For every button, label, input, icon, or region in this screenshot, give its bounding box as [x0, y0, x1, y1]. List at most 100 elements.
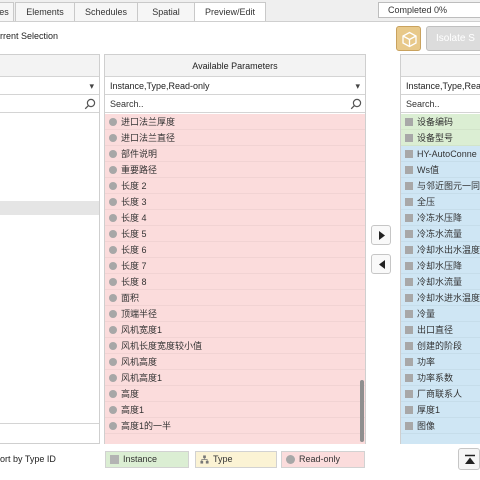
- selected-parameter-item[interactable]: 冷冻水流量: [401, 226, 480, 242]
- tab-preview-edit[interactable]: Preview/Edit: [194, 2, 266, 21]
- selected-parameter-item[interactable]: 图像: [401, 418, 480, 434]
- arrow-left-icon: [379, 260, 385, 269]
- search-icon[interactable]: [350, 98, 362, 110]
- available-parameter-item[interactable]: 高度: [105, 386, 365, 402]
- instance-square-icon: [405, 358, 413, 366]
- available-parameter-label: 长度 3: [121, 197, 147, 207]
- available-parameter-item[interactable]: 长度 2: [105, 178, 365, 194]
- available-parameter-label: 长度 6: [121, 245, 147, 255]
- available-parameter-item[interactable]: 长度 7: [105, 258, 365, 274]
- selected-parameter-item[interactable]: 冷却水压降: [401, 258, 480, 274]
- available-parameter-item[interactable]: 高度1的一半: [105, 418, 365, 434]
- selected-parameter-item[interactable]: 出口直径: [401, 322, 480, 338]
- selected-parameter-item[interactable]: 厚度1: [401, 402, 480, 418]
- selected-parameter-item[interactable]: HY-AutoConne: [401, 146, 480, 162]
- selected-parameter-label: HY-AutoConne: [417, 149, 477, 159]
- tab-schedules[interactable]: Schedules: [74, 2, 138, 21]
- instance-square-icon: [405, 230, 413, 238]
- tab-partial[interactable]: es: [0, 2, 14, 21]
- available-parameter-item[interactable]: 长度 6: [105, 242, 365, 258]
- sort-by-type-id-label[interactable]: ort by Type ID: [0, 454, 56, 464]
- search-icon[interactable]: [84, 98, 96, 110]
- selected-parameter-item[interactable]: 创建的阶段: [401, 338, 480, 354]
- tab-spatial[interactable]: Spatial: [137, 2, 195, 21]
- add-parameter-button[interactable]: [371, 225, 391, 245]
- selected-parameter-item[interactable]: Ws值: [401, 162, 480, 178]
- hierarchy-icon: [200, 455, 209, 464]
- selected-parameter-item[interactable]: 功率系数: [401, 370, 480, 386]
- left-search-placeholder: earch...: [4, 99, 35, 109]
- readonly-circle-icon: [109, 118, 117, 126]
- available-parameter-item[interactable]: 风机长度宽度较小值: [105, 338, 365, 354]
- readonly-circle-icon: [109, 294, 117, 302]
- available-parameter-item[interactable]: 进口法兰厚度: [105, 114, 365, 130]
- readonly-circle-icon: [109, 326, 117, 334]
- left-filter-dropdown[interactable]: ▾: [0, 78, 99, 95]
- instance-square-icon: [405, 326, 413, 334]
- cube-icon: [402, 31, 417, 48]
- available-filter-dropdown[interactable]: Instance,Type,Read-only ▾: [105, 78, 365, 95]
- available-search-input[interactable]: Search..: [105, 96, 365, 113]
- available-parameter-item[interactable]: 面积: [105, 290, 365, 306]
- readonly-circle-icon: [109, 422, 117, 430]
- selected-parameter-label: 出口直径: [417, 325, 454, 335]
- instance-square-icon: [405, 278, 413, 286]
- available-parameter-item[interactable]: 长度 3: [105, 194, 365, 210]
- selected-filter-dropdown[interactable]: Instance,Type,Read-only: [401, 78, 480, 108]
- readonly-circle-icon: [109, 230, 117, 238]
- readonly-circle-icon: [109, 406, 117, 414]
- available-parameter-label: 进口法兰厚度: [121, 117, 176, 127]
- selected-parameter-item[interactable]: 冷冻水压降: [401, 210, 480, 226]
- left-panel-footer-input[interactable]: [0, 423, 99, 443]
- chevron-down-icon: ▾: [355, 81, 360, 91]
- selected-parameter-label: 设备型号: [417, 133, 454, 143]
- move-to-top-button[interactable]: [458, 448, 480, 470]
- selected-parameter-item[interactable]: 冷却水流量: [401, 274, 480, 290]
- progress-indicator: Completed 0%: [378, 2, 480, 18]
- selected-parameter-item[interactable]: 全压: [401, 194, 480, 210]
- parameter-manager-window: es Elements Schedules Spatial Preview/Ed…: [0, 0, 480, 480]
- available-filter-value: Instance,Type,Read-only: [110, 81, 210, 91]
- selected-parameter-item[interactable]: 冷量: [401, 306, 480, 322]
- tab-elements[interactable]: Elements: [15, 2, 75, 21]
- available-parameter-item[interactable]: 风机高度: [105, 354, 365, 370]
- available-parameter-label: 高度: [121, 389, 140, 399]
- selected-parameter-item[interactable]: 与邻近图元一同: [401, 178, 480, 194]
- available-parameter-item[interactable]: 进口法兰直径: [105, 130, 365, 146]
- selected-parameters-list: 设备编码设备型号 HY-AutoConne Ws值 与邻近图元一同 全压 冷冻水压降 冷冻水…: [401, 114, 480, 444]
- selected-parameter-label: 功率系数: [417, 373, 454, 383]
- readonly-circle-icon: [109, 310, 117, 318]
- available-parameter-item[interactable]: 长度 8: [105, 274, 365, 290]
- left-group-header[interactable]: [0, 201, 99, 215]
- remove-parameter-button[interactable]: [371, 254, 391, 274]
- available-parameter-item[interactable]: 长度 4: [105, 210, 365, 226]
- available-parameter-item[interactable]: 长度 5: [105, 226, 365, 242]
- available-parameters-title: Available Parameters: [105, 55, 365, 77]
- selected-search-input[interactable]: Search..: [401, 96, 480, 113]
- isolate-selection-button[interactable]: Isolate S: [426, 26, 480, 51]
- available-parameter-item[interactable]: 重要路径: [105, 162, 365, 178]
- selected-parameter-label: 功率: [417, 357, 436, 367]
- readonly-circle-icon: [109, 390, 117, 398]
- selected-parameter-item[interactable]: 设备型号: [401, 130, 480, 146]
- selected-parameter-item[interactable]: 冷却水出水温度: [401, 242, 480, 258]
- readonly-circle-icon: [109, 134, 117, 142]
- selected-parameter-item[interactable]: 厂商联系人: [401, 386, 480, 402]
- available-parameter-item[interactable]: 风机高度1: [105, 370, 365, 386]
- selected-parameter-item[interactable]: 冷却水进水温度: [401, 290, 480, 306]
- available-parameter-item[interactable]: 风机宽度1: [105, 322, 365, 338]
- selected-parameter-item[interactable]: 功率: [401, 354, 480, 370]
- selected-parameter-item[interactable]: 设备编码: [401, 114, 480, 130]
- available-parameter-item[interactable]: 高度1: [105, 402, 365, 418]
- readonly-circle-icon: [109, 278, 117, 286]
- selected-parameter-label: 创建的阶段: [417, 341, 463, 351]
- available-parameter-item[interactable]: 顶端半径: [105, 306, 365, 322]
- available-parameter-item[interactable]: 部件说明: [105, 146, 365, 162]
- left-search-input[interactable]: earch...: [0, 96, 99, 113]
- 3d-view-button[interactable]: [396, 26, 421, 51]
- square-icon: [110, 455, 119, 464]
- available-scrollbar[interactable]: [360, 380, 364, 442]
- available-parameter-label: 风机宽度1: [121, 325, 163, 335]
- instance-square-icon: [405, 294, 413, 302]
- legend-readonly: Read-only: [281, 451, 365, 468]
